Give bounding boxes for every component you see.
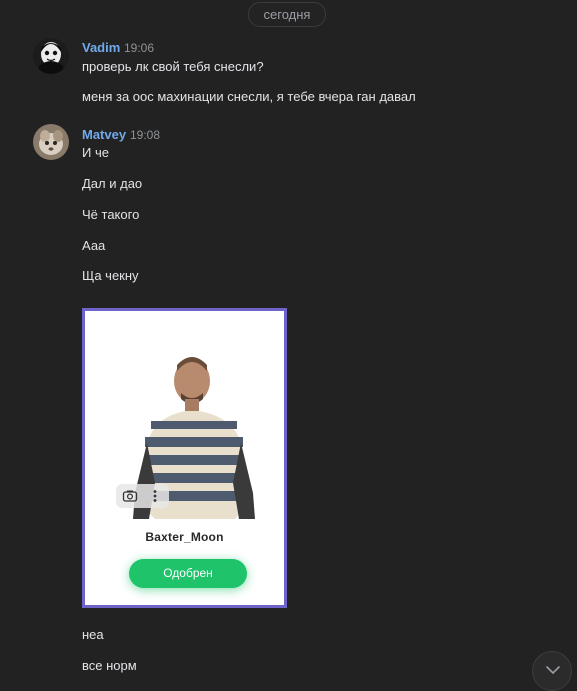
image-attachment[interactable]: Baxter_Moon Одобрен <box>82 308 287 608</box>
message-time: 19:06 <box>124 41 155 55</box>
message-text: И че <box>82 145 109 160</box>
message-text: Ааа <box>82 238 106 253</box>
character-name: Baxter_Moon <box>145 530 224 544</box>
message-text: неа <box>82 627 104 642</box>
message-text: Чё такого <box>82 207 140 222</box>
avatar-vadim[interactable] <box>33 38 69 74</box>
message-time: 19:08 <box>130 128 161 142</box>
message-text: проверь лк свой тебя снесли? <box>82 59 264 74</box>
avatar-matvey[interactable] <box>33 124 69 160</box>
message-text: Ща чекну <box>82 268 139 283</box>
camera-icon[interactable] <box>122 488 138 504</box>
character-card: Baxter_Moon Одобрен <box>85 311 284 605</box>
author-name[interactable]: Vadim <box>82 40 120 55</box>
approved-status-button[interactable]: Одобрен <box>129 559 247 588</box>
message-text: все норм <box>82 658 137 673</box>
more-vertical-icon[interactable] <box>147 488 163 504</box>
scroll-down-button[interactable] <box>532 651 572 691</box>
message-text: меня за оос махинации снесли, я тебе вче… <box>82 89 416 104</box>
chevron-down-icon <box>546 666 560 675</box>
message-text: Дал и дао <box>82 176 143 191</box>
author-name[interactable]: Matvey <box>82 127 126 142</box>
date-divider: сегодня <box>248 2 326 27</box>
card-tools <box>116 484 169 508</box>
